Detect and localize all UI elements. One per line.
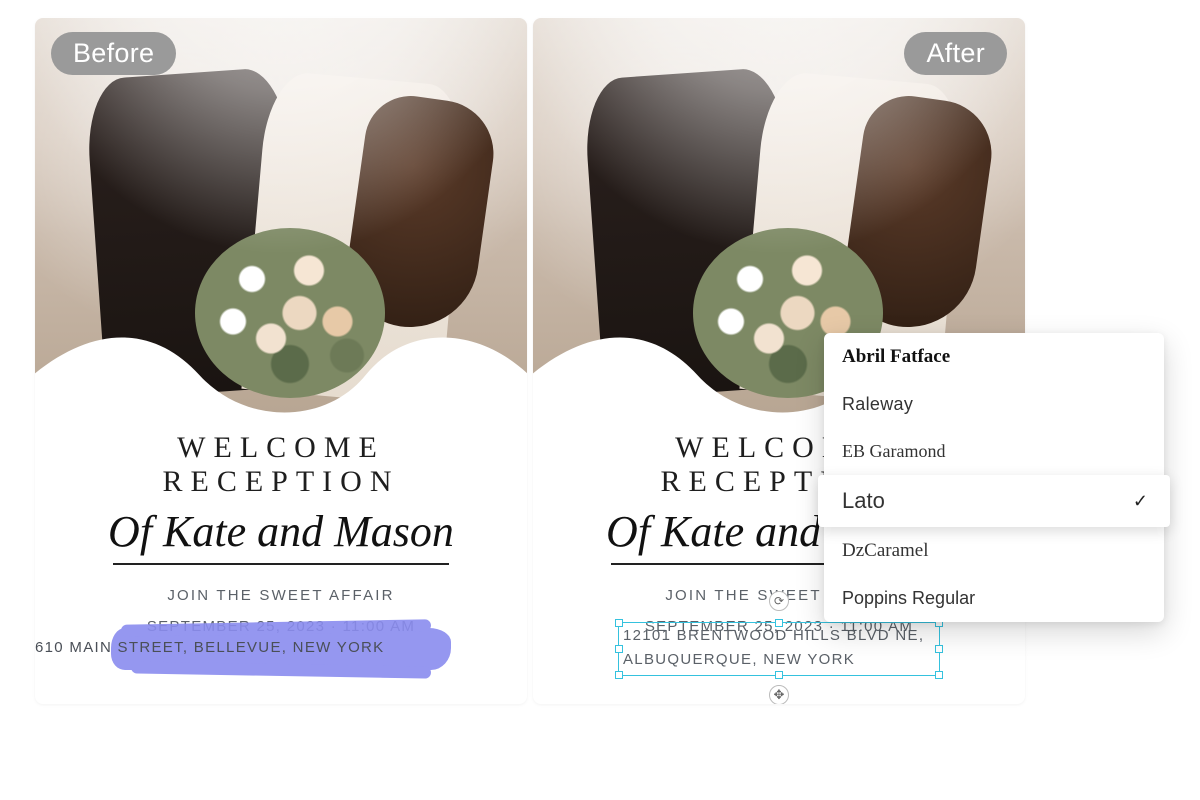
couple-names: Of Kate and Mason <box>65 506 497 557</box>
font-option-poppins-regular[interactable]: Poppins Regular <box>824 575 1164 622</box>
move-handle[interactable]: ✥ <box>769 685 789 704</box>
address-before: 610 MAIN STREET, BELLEVUE, NEW YORK <box>35 636 527 660</box>
font-option-dzcaramel[interactable]: DzCaramel <box>824 527 1164 575</box>
welcome-line-2: RECEPTION <box>65 465 497 499</box>
invite-text-block: WELCOME RECEPTION Of Kate and Mason JOIN… <box>35 413 527 649</box>
welcome-line-1: WELCOME <box>65 431 497 465</box>
after-badge: After <box>904 32 1007 75</box>
font-option-lato[interactable]: Lato ✓ <box>818 475 1170 527</box>
font-option-label: Poppins Regular <box>842 588 975 609</box>
font-option-abril-fatface[interactable]: Abril Fatface <box>824 333 1164 381</box>
address-after[interactable]: 12101 BRENTWOOD HILLS BLVD NE, ALBUQUERQ… <box>533 624 1025 672</box>
resize-handle-bl[interactable] <box>615 671 623 679</box>
font-option-label: Abril Fatface <box>842 346 950 368</box>
before-card: Before WELCOME RECEPTION Of Kate and Mas… <box>35 18 527 704</box>
rotate-handle[interactable]: ⟳ <box>769 591 789 611</box>
address-after-line-1: 12101 BRENTWOOD HILLS BLVD NE, <box>623 624 935 648</box>
address-after-line-2: ALBUQUERQUE, NEW YORK <box>623 648 935 672</box>
resize-handle-bc[interactable] <box>775 671 783 679</box>
font-picker-menu[interactable]: Abril Fatface Raleway EB Garamond Lato ✓ DzCa… <box>824 333 1164 622</box>
font-option-label: Raleway <box>842 394 913 415</box>
divider <box>113 563 450 565</box>
check-icon: ✓ <box>1133 491 1148 512</box>
font-option-label: Lato <box>842 488 885 514</box>
font-option-label: DzCaramel <box>842 540 929 562</box>
font-option-eb-garamond[interactable]: EB Garamond <box>824 428 1164 475</box>
before-badge: Before <box>51 32 176 75</box>
resize-handle-br[interactable] <box>935 671 943 679</box>
font-option-label: EB Garamond <box>842 441 945 462</box>
subhead: JOIN THE SWEET AFFAIR <box>65 587 497 604</box>
wedding-photo <box>35 18 527 413</box>
font-option-raleway[interactable]: Raleway <box>824 381 1164 428</box>
